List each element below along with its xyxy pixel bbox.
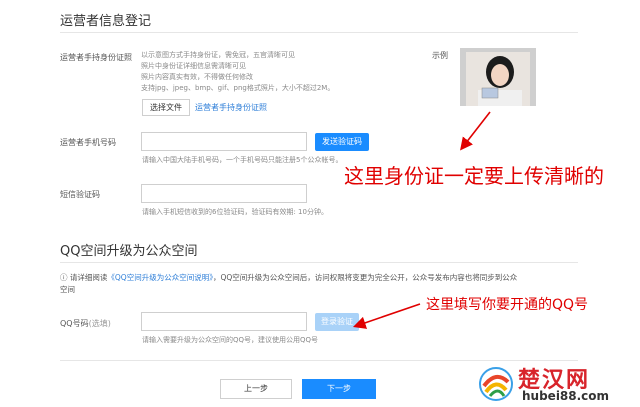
watermark: 楚汉网 hubei88.com xyxy=(478,362,638,406)
qq-annotation-arrow xyxy=(352,303,421,329)
annotation-arrows xyxy=(352,111,491,329)
qq-annotation-text: 这里填写你要开通的QQ号 xyxy=(426,297,589,313)
id-annotation-arrow xyxy=(460,111,491,151)
id-annotation-text: 这里身份证一定要上传清晰的 xyxy=(344,164,604,188)
watermark-url: hubei88.com xyxy=(522,389,610,403)
watermark-logo-icon xyxy=(479,367,513,401)
